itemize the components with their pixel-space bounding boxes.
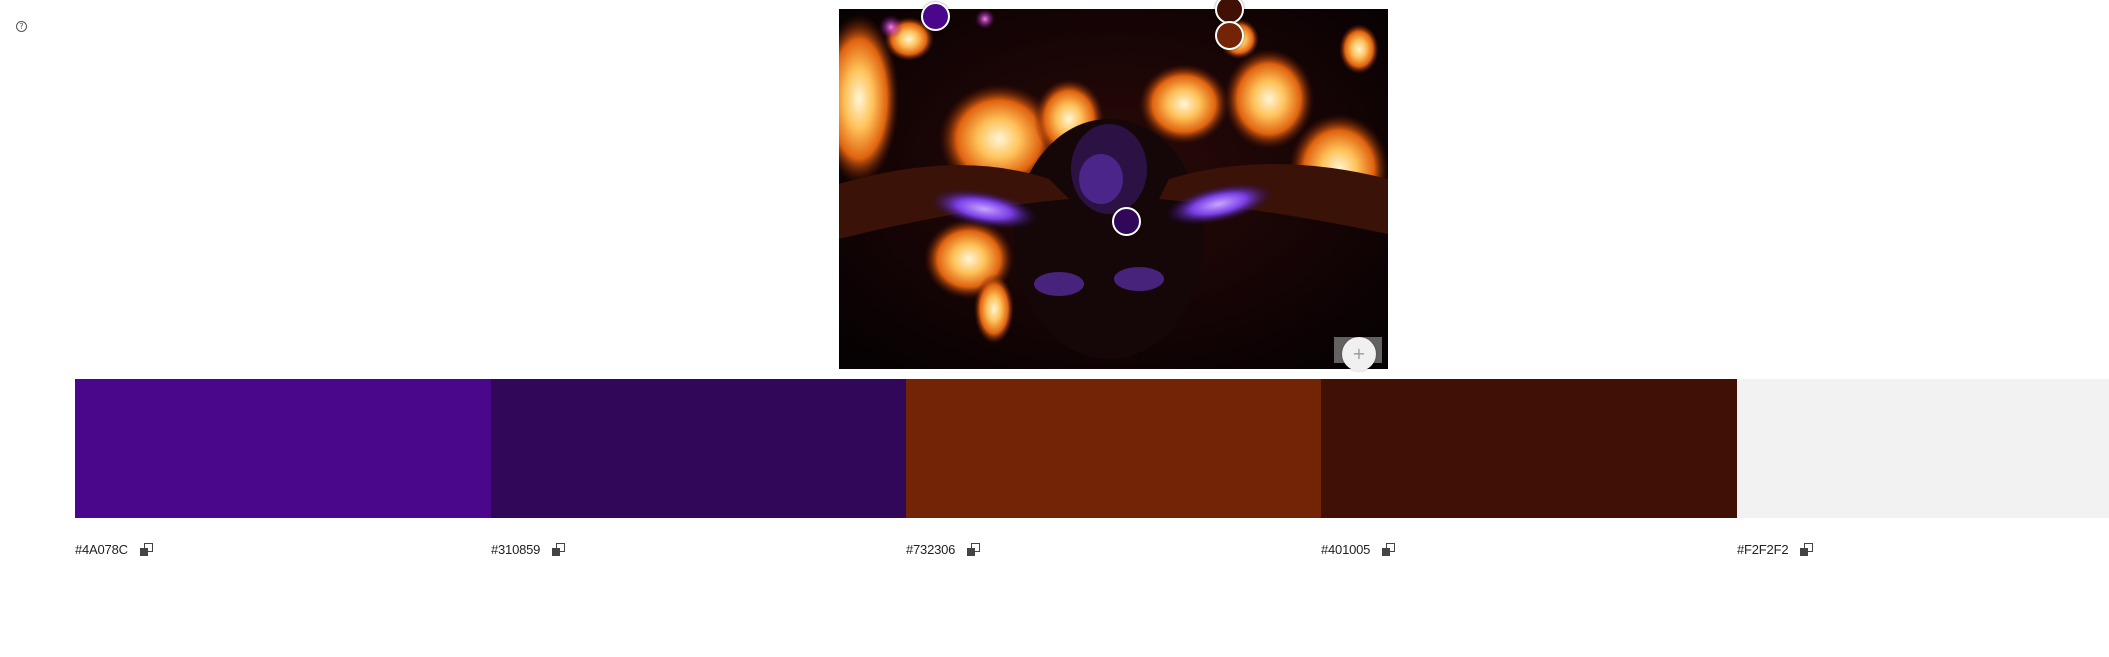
copy-icon[interactable]: [1382, 542, 1396, 556]
copy-icon[interactable]: [967, 542, 981, 556]
fire-performer-image: [839, 9, 1388, 369]
hex-row-3: #732306: [906, 540, 981, 558]
palette-swatch-5[interactable]: [1737, 379, 2109, 518]
source-photo: [839, 9, 1388, 369]
help-icon[interactable]: ?: [16, 21, 27, 32]
hex-label: #732306: [906, 541, 956, 557]
hex-label: #310859: [491, 541, 541, 557]
copy-icon[interactable]: [1800, 542, 1814, 556]
hex-row-5: #F2F2F2: [1737, 540, 1814, 558]
copy-icon[interactable]: [139, 542, 153, 556]
hex-label: #F2F2F2: [1737, 541, 1789, 557]
color-sampler-1[interactable]: [921, 2, 950, 31]
add-color-button[interactable]: +: [1342, 337, 1376, 371]
hex-row-1: #4A078C: [75, 540, 153, 558]
hex-label: #4A078C: [75, 541, 128, 557]
palette-swatch-1[interactable]: [75, 379, 491, 518]
palette-swatch-3[interactable]: [906, 379, 1321, 518]
hex-row-2: #310859: [491, 540, 566, 558]
hex-label: #401005: [1321, 541, 1371, 557]
color-sampler-3[interactable]: [1215, 21, 1244, 50]
copy-icon[interactable]: [552, 542, 566, 556]
hex-row-4: #401005: [1321, 540, 1396, 558]
color-sampler-2[interactable]: [1112, 207, 1141, 236]
palette-swatch-4[interactable]: [1321, 379, 1737, 518]
palette-swatch-2[interactable]: [491, 379, 906, 518]
